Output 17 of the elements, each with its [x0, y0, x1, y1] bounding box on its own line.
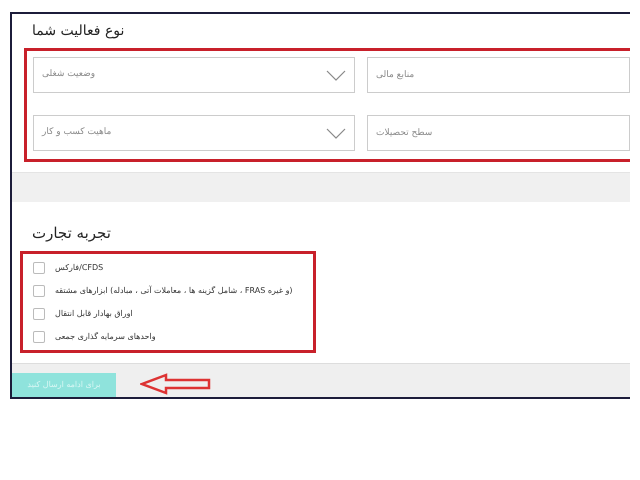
checkbox[interactable]: [33, 262, 45, 274]
checkbox-label: واحدهای سرمایه گذاری جمعی: [55, 331, 156, 343]
chevron-down-icon: [326, 128, 346, 138]
dropdown[interactable]: وضعیت شغلی: [33, 57, 355, 93]
arrow-icon: [140, 373, 212, 395]
checkbox[interactable]: [33, 331, 45, 343]
section-title: تجربه تجارت: [32, 223, 111, 244]
checkbox-label: اوراق بهادار قابل انتقال: [55, 308, 133, 320]
input-field[interactable]: سطح تحصیلات: [367, 115, 630, 151]
section-title: نوع فعالیت شما: [32, 22, 124, 41]
checkbox-label: CFDS/فارکس: [55, 262, 104, 274]
checkbox[interactable]: [33, 308, 45, 320]
checkbox-label: (و غیره FRAS ، شامل گزینه ها ، معاملات آتی ، مبادله) ابزارهای مشتقه: [55, 285, 293, 297]
input-field[interactable]: منابع مالی: [367, 57, 630, 93]
chevron-down-icon: [326, 70, 346, 80]
checkbox[interactable]: [33, 285, 45, 297]
dropdown[interactable]: ماهیت کسب و کار: [33, 115, 355, 151]
